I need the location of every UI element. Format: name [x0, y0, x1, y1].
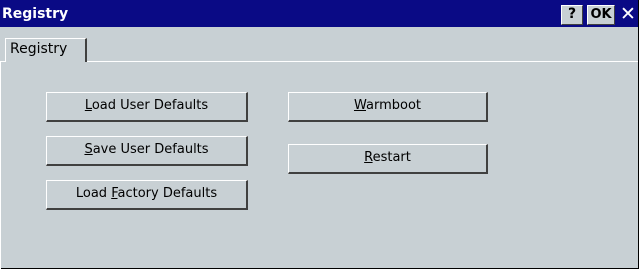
button-label: armboot — [366, 98, 422, 113]
warmboot-button[interactable]: Warmboot — [288, 92, 488, 122]
title-bar[interactable]: Registry ? OK ✕ — [0, 0, 638, 27]
button-label: Load — [75, 186, 112, 201]
load-user-defaults-button[interactable]: Load User Defaults — [46, 92, 248, 122]
tab-divider-right — [87, 61, 638, 62]
button-accelerator: R — [364, 150, 373, 165]
restart-button[interactable]: Restart — [288, 144, 488, 174]
button-label: ave User Defaults — [92, 142, 209, 157]
tab-registry[interactable]: Registry — [5, 38, 87, 62]
button-accelerator: L — [84, 98, 92, 113]
button-accelerator: W — [353, 98, 366, 113]
panel-border — [0, 62, 1, 269]
save-user-defaults-button[interactable]: Save User Defaults — [46, 136, 248, 166]
registry-dialog: Registry ? OK ✕ Registry Load User Defau… — [0, 0, 639, 269]
button-label: estart — [372, 150, 411, 165]
button-label: oad User Defaults — [91, 98, 209, 113]
button-label: actory Defaults — [117, 186, 218, 201]
help-button[interactable]: ? — [561, 5, 583, 25]
ok-button[interactable]: OK — [587, 5, 615, 25]
load-factory-defaults-button[interactable]: Load Factory Defaults — [46, 180, 248, 210]
button-accelerator: S — [84, 142, 93, 157]
close-icon[interactable]: ✕ — [618, 4, 638, 26]
window-title: Registry — [2, 6, 69, 22]
